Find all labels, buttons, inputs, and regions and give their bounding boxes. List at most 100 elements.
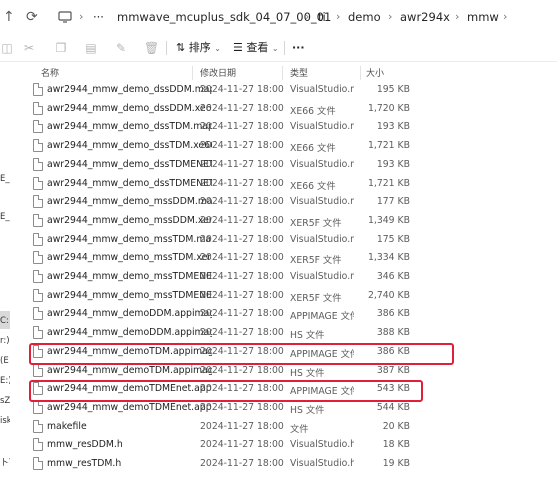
file-type: XER5F 文件 <box>290 255 342 267</box>
file-name: awr2944_mmw_demo_dssDDM.map <box>47 84 212 95</box>
chevron-down-icon: ⌄ <box>271 44 279 53</box>
column-divider[interactable] <box>192 66 193 80</box>
file-row[interactable]: awr2944_mmw_demo_dssTDMENET.... 2024-11-2… <box>26 174 414 193</box>
nav-item[interactable]: isk <box>0 416 10 426</box>
breadcrumb-ti[interactable]: ti <box>318 10 326 24</box>
nav-item[interactable]: E_F <box>0 174 10 184</box>
file-icon <box>33 419 43 433</box>
file-size: 18 KB <box>382 439 410 451</box>
nav-item[interactable]: (E <box>0 356 10 366</box>
file-icon <box>33 195 43 209</box>
file-size: 386 KB <box>376 308 410 320</box>
new-item-icon[interactable]: ◫ <box>0 41 14 55</box>
file-name: awr2944_mmw_demo_dssTDM.map <box>47 121 212 133</box>
file-name: mmw_resDDM.h <box>47 439 123 451</box>
file-row[interactable]: awr2944_mmw_demo_mssTDMENET.... 2024-11-2… <box>26 267 414 286</box>
column-header-date[interactable]: 修改日期 <box>200 66 236 79</box>
file-date: 2024-11-27 18:00 <box>200 308 284 320</box>
file-row[interactable]: makefile 2024-11-27 18:00 文件 20 KB <box>26 417 414 436</box>
toolbar-divider <box>284 41 285 55</box>
cut-icon[interactable]: ✂ <box>22 41 36 55</box>
file-row[interactable]: awr2944_mmw_demo_mssDDM.map 2024-11-27 18… <box>26 192 414 211</box>
file-type: 文件 <box>290 423 309 435</box>
rename-icon[interactable]: ✎ <box>114 41 128 55</box>
file-icon <box>33 101 43 115</box>
file-type: VisualStudio.ma... <box>290 196 354 208</box>
file-size: 195 KB <box>376 84 410 95</box>
file-name: makefile <box>47 420 87 432</box>
file-size: 1,349 KB <box>367 214 410 226</box>
file-row[interactable]: awr2944_mmw_demoDDM.appimag... 2024-11-27… <box>26 323 414 342</box>
file-date: 2024-11-27 18:00 <box>200 233 284 245</box>
file-size: 193 KB <box>376 121 410 133</box>
column-header-name[interactable]: 名称 <box>41 66 59 79</box>
chevron-down-icon: ⌄ <box>214 44 221 53</box>
breadcrumb-more[interactable]: ··· <box>93 10 104 24</box>
file-date: 2024-11-27 18:00 <box>200 158 284 170</box>
file-name: awr2944_mmw_demo_mssTDM.xer5f <box>47 252 212 264</box>
view-button[interactable]: ☰ 查看 ⌄ <box>233 40 279 56</box>
column-divider[interactable] <box>360 66 361 80</box>
file-size: 1,721 KB <box>367 177 410 189</box>
up-arrow-icon[interactable]: ↑ <box>3 10 15 24</box>
file-icon <box>33 139 43 153</box>
column-header-size[interactable]: 大小 <box>366 66 384 79</box>
file-size: 1,720 KB <box>367 102 410 114</box>
file-row[interactable]: awr2944_mmw_demo_mssTDM.map 2024-11-27 18… <box>26 230 414 249</box>
breadcrumb-sdk[interactable]: mmwave_mcuplus_sdk_04_07_00_01 <box>117 10 331 24</box>
nav-item[interactable]: C: <box>0 316 10 326</box>
file-icon <box>33 270 43 283</box>
breadcrumb-mmw[interactable]: mmw <box>467 10 499 24</box>
copy-icon[interactable]: ❐ <box>54 41 68 55</box>
paste-icon[interactable]: ▤ <box>84 41 98 55</box>
file-date: 2024-11-27 18:00 <box>200 196 284 208</box>
file-row[interactable]: awr2944_mmw_demo_mssTDM.xer5f 2024-11-27 … <box>26 248 414 267</box>
nav-item[interactable]: E_N <box>0 212 10 222</box>
file-row[interactable]: awr2944_mmw_demo_dssDDM.map 2024-11-27 18… <box>26 80 414 99</box>
file-type: VisualStudio.h.1... <box>290 458 354 469</box>
column-divider[interactable] <box>282 66 283 80</box>
file-size: 1,721 KB <box>367 140 410 152</box>
file-row[interactable]: awr2944_mmw_demo_mssDDM.xer5f 2024-11-27 … <box>26 211 414 230</box>
column-header-type[interactable]: 类型 <box>290 66 308 79</box>
nav-item[interactable]: E:) <box>0 376 10 386</box>
file-row[interactable]: awr2944_mmw_demo_dssTDMENET.... 2024-11-2… <box>26 155 414 174</box>
breadcrumb-demo[interactable]: demo <box>348 10 381 24</box>
more-options-button[interactable]: ··· <box>292 40 305 56</box>
refresh-icon[interactable]: ⟳ <box>26 10 38 24</box>
file-name: awr2944_mmw_demo_mssTDM.map <box>47 233 212 245</box>
file-type: VisualStudio.ma... <box>290 233 354 245</box>
column-header-row: 名称 修改日期 类型 大小 <box>0 62 557 80</box>
file-icon <box>33 288 43 302</box>
file-size: 177 KB <box>376 196 410 208</box>
nav-item[interactable]: sZe <box>0 396 10 406</box>
nav-item[interactable]: r:) <box>0 336 10 346</box>
file-icon <box>33 157 43 171</box>
file-row[interactable]: awr2944_mmw_demo_dssTDM.xe66 2024-11-27 1… <box>26 136 414 155</box>
file-date: 2024-11-27 18:00 <box>200 84 284 95</box>
sort-button[interactable]: ⇅ 排序 ⌄ <box>176 40 221 56</box>
file-date: 2024-11-27 18:00 <box>200 177 284 189</box>
file-size: 387 KB <box>376 364 410 376</box>
file-row[interactable]: awr2944_mmw_demo_dssTDM.map 2024-11-27 18… <box>26 117 414 136</box>
file-type: HS 文件 <box>290 367 325 379</box>
view-icon: ☰ <box>233 41 243 54</box>
file-row[interactable]: awr2944_mmw_demo_dssDDM.xe66 2024-11-27 1… <box>26 99 414 118</box>
delete-icon[interactable]: 🗑 <box>144 41 159 55</box>
file-size: 193 KB <box>376 158 410 170</box>
file-icon <box>33 438 43 452</box>
file-size: 19 KB <box>382 458 410 469</box>
breadcrumb-awr294x[interactable]: awr294x <box>400 10 450 24</box>
monitor-icon[interactable] <box>58 10 72 27</box>
file-row[interactable]: awr2944_mmw_demo_mssTDMENET.... 2024-11-2… <box>26 286 414 305</box>
command-bar: ◫ ✂ ❐ ▤ ✎ 🗑 ⇅ 排序 ⌄ ☰ 查看 ⌄ ··· <box>0 34 557 62</box>
file-name: awr2944_mmw_demo_mssTDMENET.... <box>47 271 212 282</box>
file-row[interactable]: mmw_resTDM.h 2024-11-27 18:00 VisualStudio… <box>26 454 414 473</box>
file-type: HS 文件 <box>290 404 325 416</box>
file-name: awr2944_mmw_demo_mssDDM.map <box>47 196 212 208</box>
file-row[interactable]: awr2944_mmw_demoDDM.appimage 2024-11-27 1… <box>26 304 414 323</box>
file-size: 175 KB <box>376 233 410 245</box>
file-row[interactable]: mmw_resDDM.h 2024-11-27 18:00 VisualStudio… <box>26 435 414 454</box>
nav-item[interactable]: 卜丁 <box>0 456 10 468</box>
chevron-right-icon: › <box>503 10 508 23</box>
